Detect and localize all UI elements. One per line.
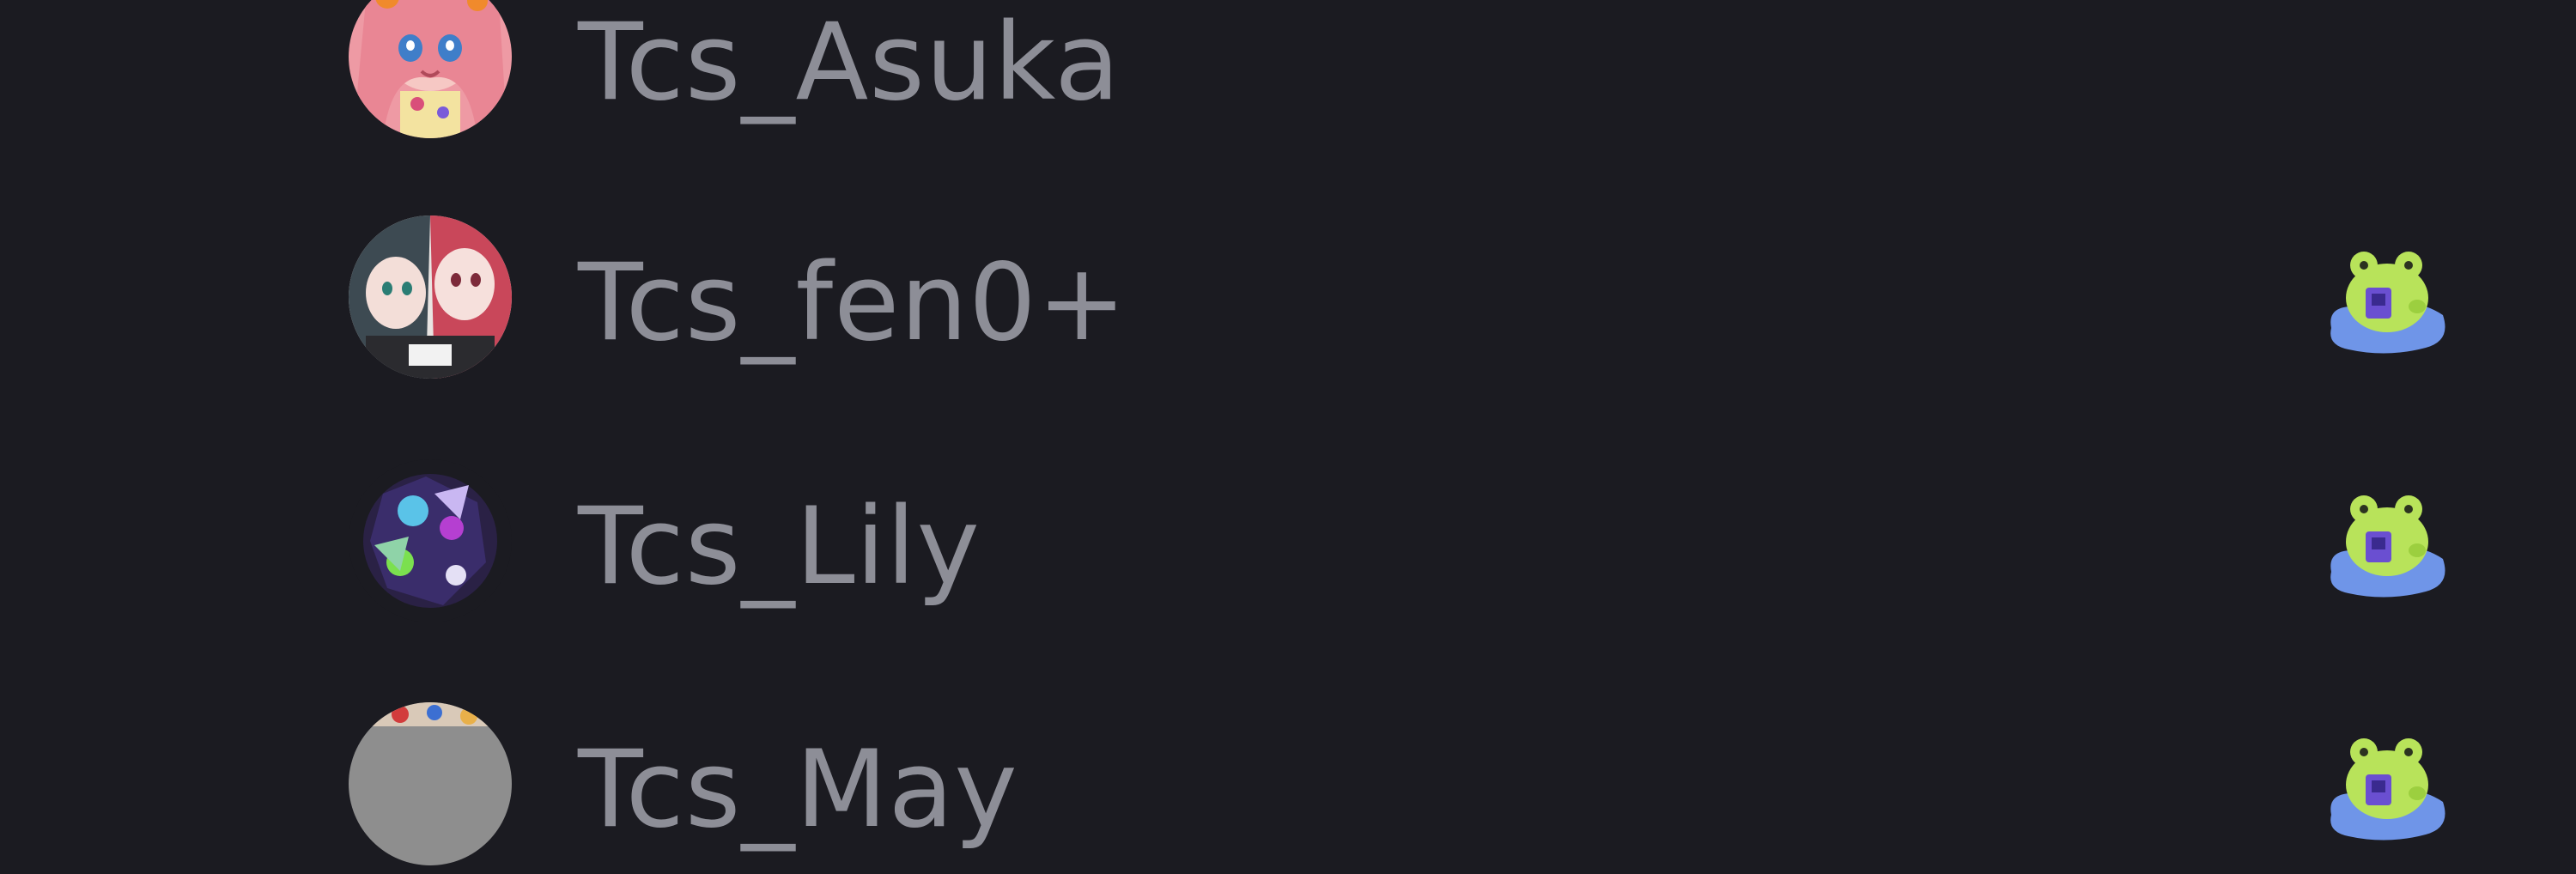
member-row-tcs-may[interactable]: Tcs_May [343, 702, 2473, 874]
avatar[interactable] [349, 702, 512, 865]
avatar-partially-loaded-icon [349, 702, 512, 865]
frog-mascot-icon [2323, 246, 2451, 358]
member-name: Tcs_fen0+ [578, 241, 1127, 365]
avatar[interactable] [349, 215, 512, 379]
member-row-tcs-asuka[interactable]: Tcs_Asuka [343, 0, 2473, 147]
member-name: Tcs_Asuka [578, 1, 1121, 124]
avatar[interactable] [349, 459, 512, 622]
member-name: Tcs_Lily [578, 485, 981, 609]
anime-avatar-duo-icon [349, 215, 512, 379]
anime-avatar-pink-icon [349, 0, 512, 138]
member-row-tcs-lily[interactable]: Tcs_Lily [343, 459, 2473, 631]
anime-avatar-dark-icon [349, 459, 512, 622]
avatar[interactable] [349, 0, 512, 138]
member-list: Tcs_Asuka Tcs_fen0+ Tcs_Lily Tcs_May [0, 0, 2576, 865]
member-row-tcs-fen0[interactable]: Tcs_fen0+ [343, 215, 2473, 387]
member-name: Tcs_May [578, 728, 1018, 852]
frog-mascot-icon [2323, 733, 2451, 845]
frog-mascot-icon [2323, 490, 2451, 602]
